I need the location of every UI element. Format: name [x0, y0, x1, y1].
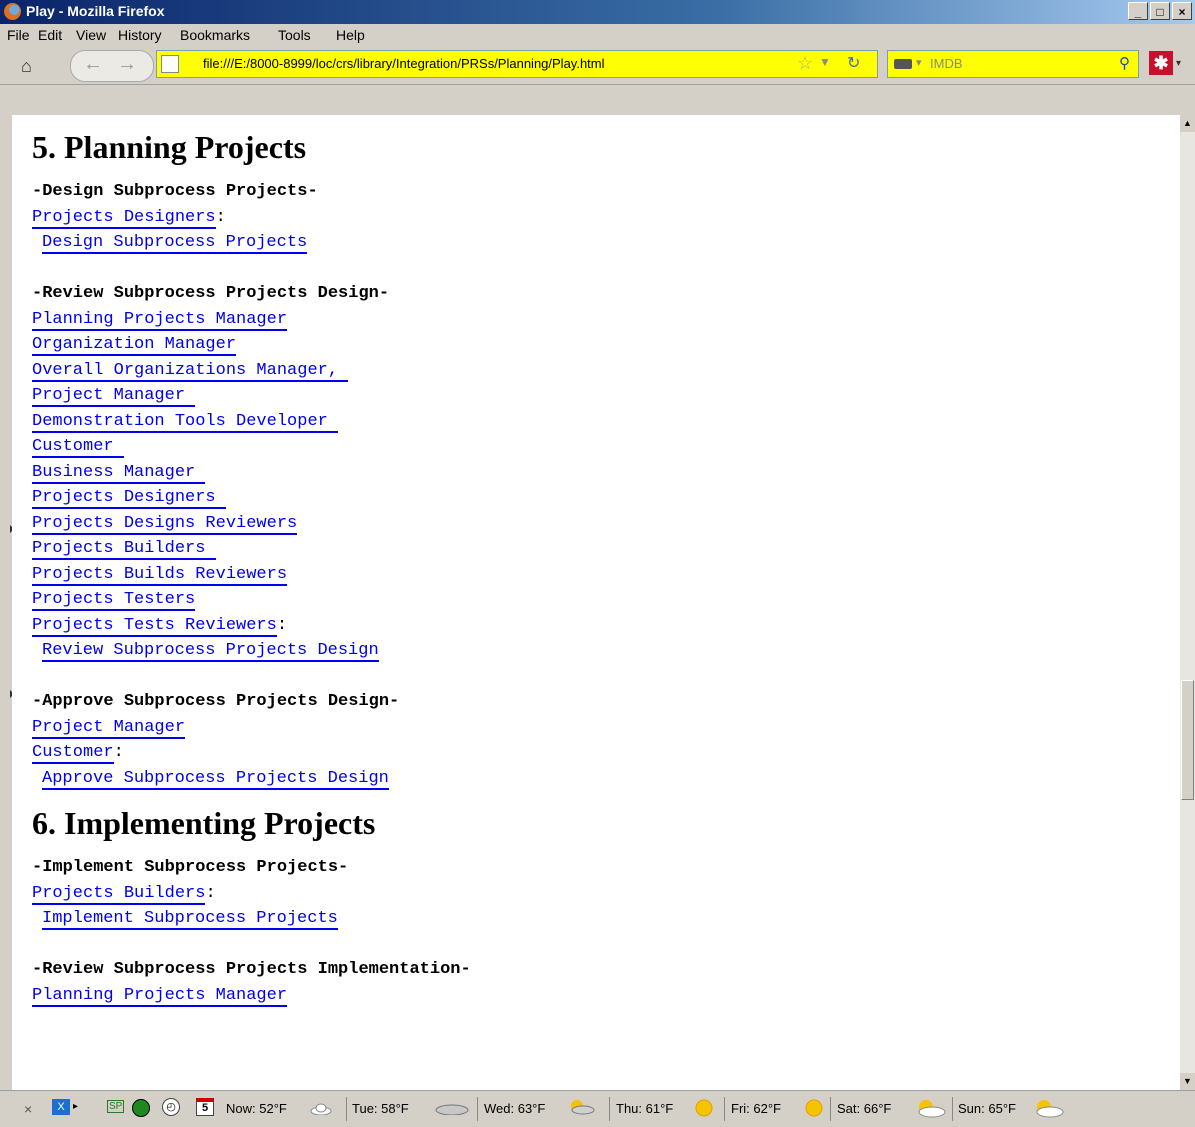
home-icon[interactable]: ⌂: [21, 56, 32, 77]
role-link[interactable]: Projects Designers: [32, 488, 226, 509]
action-link[interactable]: Design Subprocess Projects: [42, 233, 308, 254]
menu-bar: File Edit View History Bookmarks Tools H…: [0, 24, 1195, 46]
back-icon[interactable]: ←: [83, 53, 103, 76]
step-heading: -Approve Subprocess Projects Design-: [32, 692, 400, 711]
weather-fri[interactable]: Fri: 62°F: [731, 1101, 781, 1116]
role-link[interactable]: Customer: [32, 437, 124, 458]
action-link[interactable]: Approve Subprocess Projects Design: [42, 768, 389, 790]
role-link[interactable]: Business Manager: [32, 462, 206, 484]
role-link[interactable]: Projects Testers: [32, 590, 196, 611]
scrollbar-thumb[interactable]: [1181, 680, 1194, 800]
role-link[interactable]: Project Manager: [32, 386, 196, 407]
menu-tools[interactable]: Tools: [278, 27, 311, 43]
step-heading: -Review Subprocess Projects Implementati…: [32, 960, 471, 979]
role-link[interactable]: Projects Builders: [32, 539, 216, 560]
role-link[interactable]: Projects Builders: [32, 883, 206, 905]
weather-sat[interactable]: Sat: 66°F: [837, 1101, 891, 1116]
step-heading: -Design Subprocess Projects-: [32, 182, 318, 201]
weather-thu[interactable]: Thu: 61°F: [616, 1101, 673, 1116]
navigation-toolbar: ⌂ ← → file:///E:/8000-8999/loc/crs/libra…: [0, 46, 1195, 85]
close-icon[interactable]: ×: [24, 1101, 32, 1117]
title-bar: Play - Mozilla Firefox _ □ ×: [0, 0, 1195, 24]
left-sidebar-strip: [0, 115, 14, 1090]
role-link[interactable]: Projects Designs Reviewers: [32, 513, 298, 535]
role-link[interactable]: Projects Tests Reviewers: [32, 615, 277, 637]
minimize-button[interactable]: _: [1128, 2, 1148, 20]
weather-now[interactable]: Now: 52°F: [226, 1101, 287, 1116]
extension-icon[interactable]: X: [52, 1099, 70, 1115]
green-status-icon[interactable]: [132, 1099, 150, 1117]
role-link[interactable]: Projects Builds Reviewers: [32, 564, 288, 586]
role-link[interactable]: Customer: [32, 743, 114, 764]
role-link[interactable]: Planning Projects Manager: [32, 309, 288, 331]
scroll-down-icon[interactable]: ▼: [1180, 1073, 1195, 1090]
search-icon[interactable]: ⚲: [1119, 54, 1130, 72]
extension-dropdown-icon[interactable]: ▸: [73, 1101, 78, 1112]
section-heading: 5. Planning Projects: [32, 129, 307, 165]
menu-help[interactable]: Help: [336, 27, 365, 43]
partly-sunny-icon: [912, 1098, 946, 1118]
rain-cloud-icon: [435, 1103, 469, 1116]
partly-sunny-icon: [1030, 1098, 1064, 1118]
step-heading: -Implement Subprocess Projects-: [32, 858, 349, 877]
weather-tue[interactable]: Tue: 58°F: [352, 1101, 409, 1116]
calendar-icon[interactable]: 5: [196, 1098, 214, 1116]
role-link[interactable]: Organization Manager: [32, 335, 237, 356]
site-identity-icon[interactable]: [161, 55, 179, 73]
vertical-scrollbar[interactable]: ▲ ▼: [1180, 115, 1195, 1090]
section-heading: 6. Implementing Projects: [32, 805, 376, 841]
search-engine-dropdown-icon[interactable]: ▾: [916, 56, 922, 69]
url-text[interactable]: file:///E:/8000-8999/loc/crs/library/Int…: [203, 56, 605, 71]
menu-file[interactable]: File: [7, 27, 30, 43]
role-link[interactable]: Projects Designers: [32, 207, 216, 229]
window-controls: _ □ ×: [1128, 2, 1192, 20]
role-link[interactable]: Overall Organizations Manager,: [32, 360, 349, 382]
weather-wed[interactable]: Wed: 63°F: [484, 1101, 545, 1116]
role-link[interactable]: Project Manager: [32, 717, 186, 739]
menu-bookmarks[interactable]: Bookmarks: [180, 27, 250, 43]
role-link[interactable]: Planning Projects Manager: [32, 985, 288, 1007]
search-engine-icon[interactable]: [894, 59, 912, 69]
role-link[interactable]: Demonstration Tools Developer: [32, 411, 339, 433]
url-dropdown-icon[interactable]: ▼: [819, 55, 831, 69]
url-bar[interactable]: file:///E:/8000-8999/loc/crs/library/Int…: [156, 50, 878, 78]
action-link[interactable]: Review Subprocess Projects Design: [42, 641, 379, 662]
addon-icon[interactable]: ✱: [1149, 51, 1173, 75]
search-placeholder[interactable]: IMDB: [930, 56, 963, 71]
scroll-up-icon[interactable]: ▲: [1180, 115, 1195, 132]
partly-cloudy-icon: [565, 1099, 595, 1115]
cloud-icon: [310, 1103, 332, 1116]
maximize-button[interactable]: □: [1150, 2, 1170, 20]
menu-history[interactable]: History: [118, 27, 162, 43]
window-title: Play - Mozilla Firefox: [26, 3, 165, 19]
reload-icon[interactable]: ↻: [847, 53, 860, 73]
bookmark-star-icon[interactable]: ☆: [797, 53, 813, 74]
firefox-icon: [4, 3, 21, 20]
status-bar: × X ▸ SP ◴ 5 Now: 52°F Tue: 58°F Wed: 63…: [0, 1090, 1195, 1127]
action-link[interactable]: Implement Subprocess Projects: [42, 909, 338, 930]
menu-edit[interactable]: Edit: [38, 27, 62, 43]
clock-icon[interactable]: ◴: [162, 1098, 180, 1116]
back-forward-group: ← →: [70, 50, 154, 82]
search-bar[interactable]: ▾ IMDB ⚲: [887, 50, 1139, 78]
addon-dropdown-icon[interactable]: ▾: [1176, 58, 1181, 69]
sun-icon: [694, 1098, 716, 1117]
page-content: 5. Planning Projects -Design Subprocess …: [12, 115, 1180, 1090]
step-heading: -Review Subprocess Projects Design-: [32, 284, 390, 303]
weather-sun[interactable]: Sun: 65°F: [958, 1101, 1016, 1116]
document: 5. Planning Projects -Design Subprocess …: [32, 115, 471, 1008]
menu-view[interactable]: View: [76, 27, 106, 43]
close-button[interactable]: ×: [1172, 2, 1192, 20]
forward-icon[interactable]: →: [117, 53, 137, 76]
sp-icon[interactable]: SP: [107, 1100, 125, 1113]
sun-icon: [804, 1098, 826, 1117]
